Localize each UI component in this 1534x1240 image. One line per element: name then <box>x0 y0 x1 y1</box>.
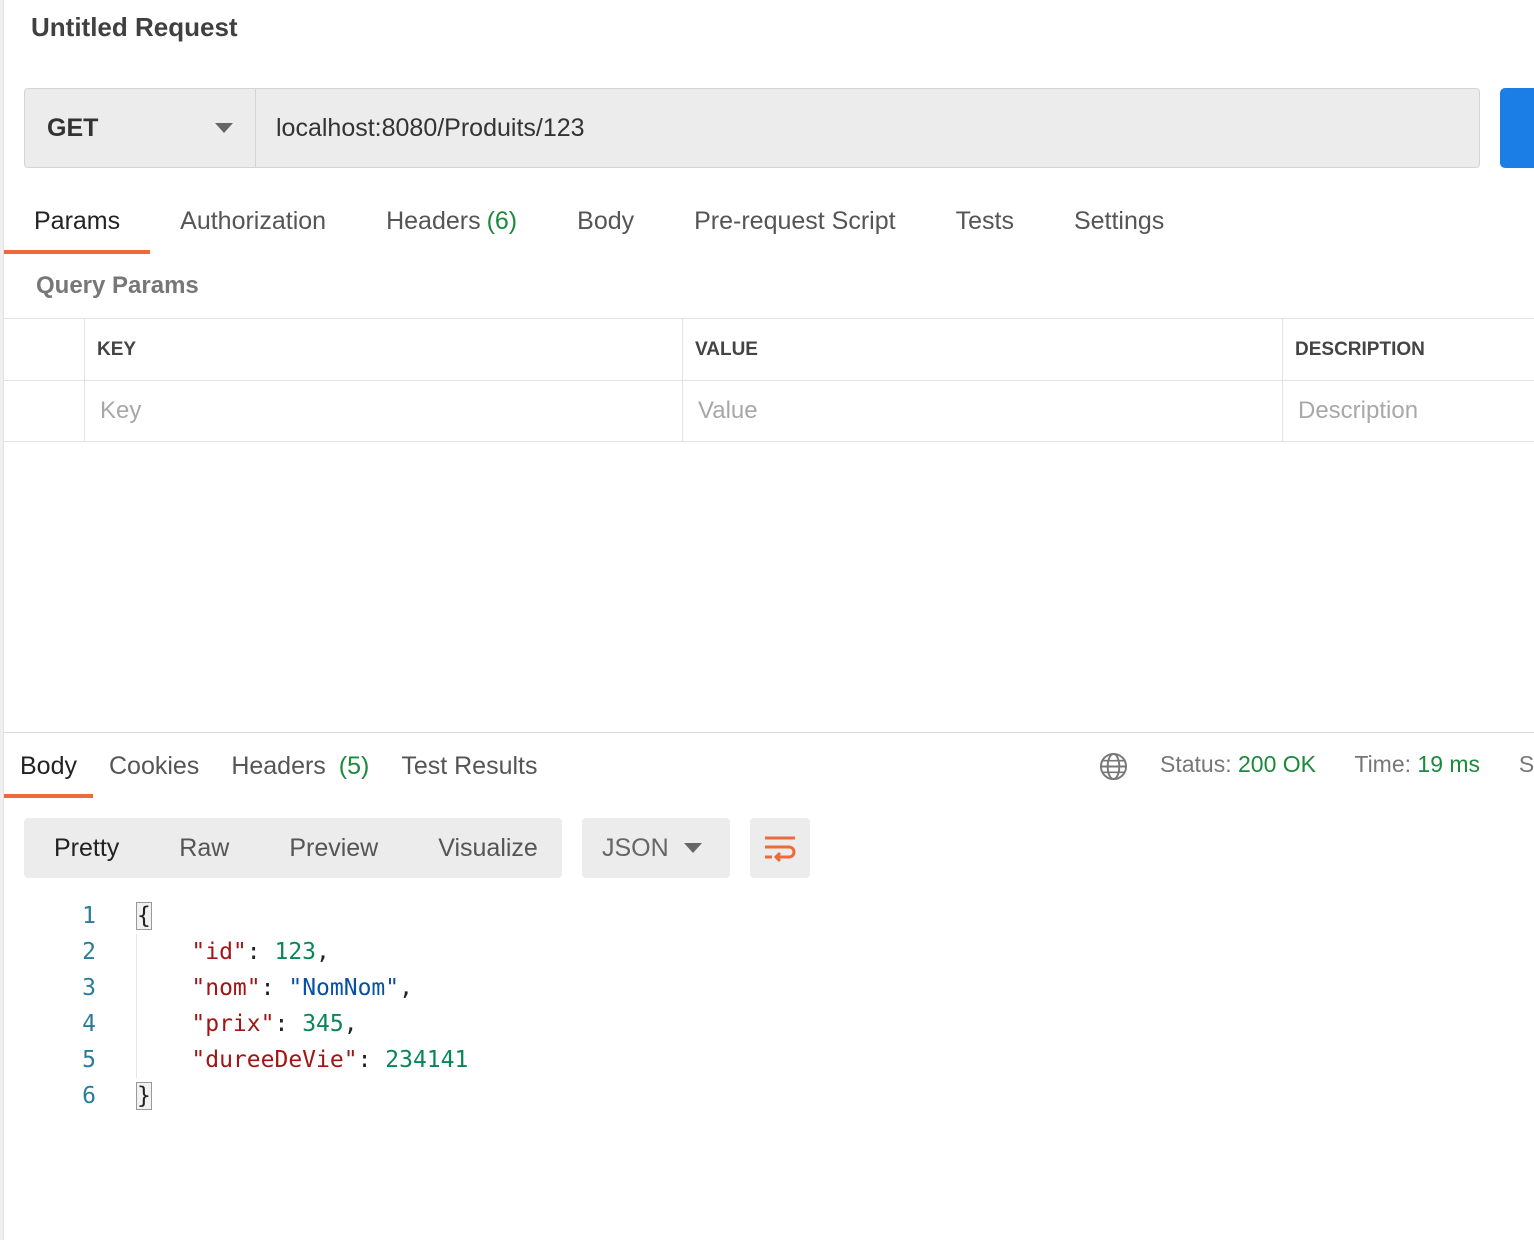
response-meta: Status: 200 OK Time: 19 ms Size <box>1160 751 1534 778</box>
json-comma: , <box>399 975 413 1001</box>
status-value[interactable]: 200 OK <box>1238 751 1316 777</box>
globe-icon[interactable] <box>1099 752 1128 781</box>
method-label: GET <box>47 113 99 142</box>
code-line: 5 "dureeDeVie": 234141 <box>40 1042 468 1078</box>
chevron-down-icon <box>684 843 702 853</box>
tab-params[interactable]: Params <box>4 196 151 254</box>
close-brace: } <box>136 1082 152 1110</box>
description-column-header: DESCRIPTION <box>1295 338 1425 360</box>
tab-prerequest-script[interactable]: Pre-request Script <box>664 196 925 254</box>
send-button[interactable] <box>1500 88 1534 168</box>
json-comma: , <box>343 1011 358 1037</box>
time-value[interactable]: 19 ms <box>1417 751 1480 777</box>
tab-authorization[interactable]: Authorization <box>150 196 356 254</box>
url-bar: GET localhost:8080/Produits/123 <box>24 88 1480 168</box>
line-number: 3 <box>82 975 96 1001</box>
value-column-header: VALUE <box>683 319 1283 380</box>
format-select[interactable]: JSON <box>582 818 730 878</box>
response-view-group: Pretty Raw Preview Visualize <box>24 818 562 878</box>
json-value: "NomNom" <box>288 975 400 1001</box>
response-divider[interactable] <box>4 732 1534 733</box>
request-title[interactable]: Untitled Request <box>31 12 238 43</box>
response-body-code[interactable]: 1{ 2 "id": 123, 3 "nom": "NomNom", 4 "pr… <box>40 898 468 1114</box>
request-tabs: Params Authorization Headers (6) Body Pre… <box>4 196 1194 254</box>
raw-button[interactable]: Raw <box>149 818 259 878</box>
wrap-lines-button[interactable] <box>750 818 810 878</box>
line-number: 1 <box>82 903 96 929</box>
tab-test-results[interactable]: Test Results <box>385 740 553 798</box>
line-number: 5 <box>82 1047 96 1073</box>
response-headers-count-badge: (5) <box>338 752 370 780</box>
left-panel-edge <box>0 0 4 1240</box>
size-label: Size <box>1518 751 1534 777</box>
headers-count-badge: (6) <box>486 207 518 235</box>
method-select[interactable]: GET <box>25 89 256 167</box>
value-input[interactable]: Value <box>683 381 1283 441</box>
status-label: Status: <box>1160 751 1232 777</box>
checkbox-column-header <box>4 319 85 380</box>
query-params-table: KEY VALUE DESCRIPTION Key Value Descript… <box>4 318 1534 442</box>
tab-headers-label: Headers <box>386 207 481 235</box>
tab-body[interactable]: Body <box>547 196 664 254</box>
json-key: "dureeDeVie" <box>191 1047 358 1073</box>
code-line: 4 "prix": 345, <box>40 1006 468 1042</box>
response-tabs: Body Cookies Headers (5) Test Results <box>4 740 554 798</box>
json-value: 345 <box>302 1011 344 1037</box>
description-input[interactable]: Description <box>1283 381 1534 441</box>
pretty-button[interactable]: Pretty <box>24 818 149 878</box>
chevron-down-icon <box>215 123 233 133</box>
url-input[interactable]: localhost:8080/Produits/123 <box>256 89 1479 167</box>
json-comma: , <box>316 939 330 965</box>
table-row: Key Value Description <box>4 380 1534 442</box>
tab-cookies[interactable]: Cookies <box>93 740 215 798</box>
tab-response-headers[interactable]: Headers (5) <box>215 740 385 798</box>
json-key: "nom" <box>191 975 261 1001</box>
json-value: 123 <box>274 939 317 965</box>
tab-tests[interactable]: Tests <box>926 196 1044 254</box>
code-line: 2 "id": 123, <box>40 934 468 970</box>
open-brace: { <box>136 902 152 930</box>
line-number: 6 <box>82 1083 96 1109</box>
key-column-header: KEY <box>85 319 683 380</box>
code-line: 3 "nom": "NomNom", <box>40 970 468 1006</box>
tab-response-body[interactable]: Body <box>4 740 93 798</box>
code-line: 1{ <box>40 898 468 934</box>
line-number: 2 <box>82 939 96 965</box>
preview-button[interactable]: Preview <box>259 818 408 878</box>
tab-response-headers-label: Headers <box>231 752 326 780</box>
tab-settings[interactable]: Settings <box>1044 196 1194 254</box>
json-key: "prix" <box>191 1011 275 1037</box>
visualize-button[interactable]: Visualize <box>408 818 568 878</box>
row-checkbox-cell <box>4 381 85 441</box>
format-label: JSON <box>602 833 669 862</box>
wrap-lines-icon <box>765 836 796 862</box>
json-value: 234141 <box>385 1047 469 1073</box>
table-header-row: KEY VALUE DESCRIPTION <box>4 318 1534 380</box>
tab-headers[interactable]: Headers (6) <box>356 196 547 254</box>
line-number: 4 <box>82 1011 96 1037</box>
key-input[interactable]: Key <box>85 381 683 441</box>
time-label: Time: <box>1354 751 1412 777</box>
code-line: 6} <box>40 1078 468 1114</box>
query-params-heading: Query Params <box>36 272 199 299</box>
json-key: "id" <box>191 939 247 965</box>
